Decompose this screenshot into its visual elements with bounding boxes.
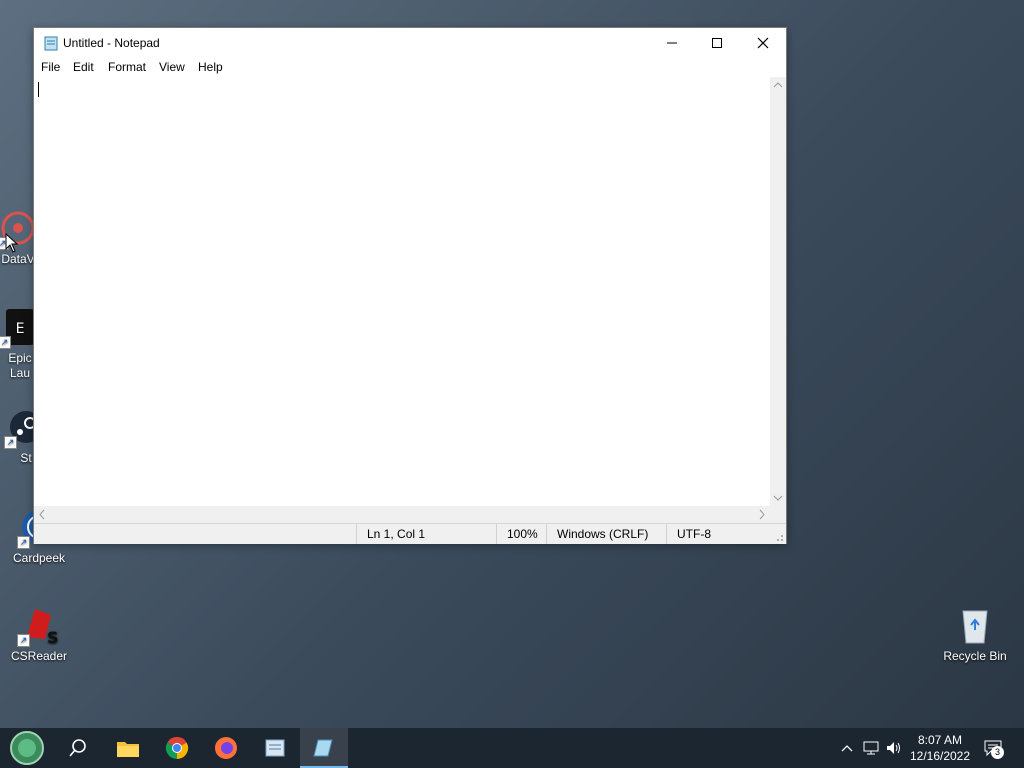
taskbar-app[interactable]: [251, 728, 299, 768]
menu-file[interactable]: File: [41, 60, 60, 74]
menu-help[interactable]: Help: [198, 60, 223, 74]
notepad-icon: [313, 739, 333, 757]
taskbar-firefox[interactable]: [202, 728, 250, 768]
search-button[interactable]: [54, 728, 102, 768]
shortcut-arrow-icon: ↗: [4, 436, 17, 449]
csreader-icon: S ↗: [17, 603, 61, 647]
system-clock[interactable]: 8:07 AM 12/16/2022: [900, 732, 980, 764]
desktop-icon-label: Recycle Bin: [943, 649, 1007, 663]
text-editor[interactable]: [34, 77, 770, 506]
desktop-icon-csreader[interactable]: S ↗ CSReader: [1, 603, 77, 663]
scroll-left-icon[interactable]: [34, 506, 50, 523]
scroll-right-icon[interactable]: [754, 506, 770, 523]
status-encoding: UTF-8: [666, 524, 784, 544]
status-line-ending: Windows (CRLF): [546, 524, 666, 544]
svg-text:S: S: [47, 628, 59, 647]
resize-grip-icon[interactable]: [774, 532, 784, 542]
taskbar: 8:07 AM 12/16/2022 3: [0, 728, 1024, 768]
shortcut-arrow-icon: ↗: [17, 536, 30, 549]
status-zoom: 100%: [496, 524, 546, 544]
app-icon: [265, 739, 285, 757]
file-explorer-icon: [117, 742, 139, 757]
search-icon: [69, 739, 86, 757]
notification-count-badge: 3: [991, 746, 1004, 759]
network-icon: [863, 741, 879, 755]
text-caret: [38, 82, 39, 97]
clock-time: 8:07 AM: [917, 733, 963, 747]
firefox-icon: [215, 737, 237, 759]
recycle-bin-icon: [953, 603, 997, 647]
notepad-app-icon: [44, 36, 58, 51]
maximize-button[interactable]: [694, 28, 740, 57]
notepad-window[interactable]: Untitled - Notepad File Edit Format View…: [33, 27, 787, 544]
start-icon: [10, 731, 44, 765]
menu-edit[interactable]: Edit: [73, 60, 94, 74]
network-button[interactable]: [860, 728, 882, 768]
menu-view[interactable]: View: [159, 60, 185, 74]
close-button[interactable]: [740, 28, 786, 57]
menu-bar: File Edit Format View Help: [34, 57, 786, 77]
svg-text:E: E: [16, 321, 25, 337]
taskbar-file-explorer[interactable]: [104, 728, 152, 768]
scroll-up-icon[interactable]: [770, 77, 786, 93]
close-icon: [757, 37, 769, 48]
desktop-icon-recycle-bin[interactable]: Recycle Bin: [937, 603, 1013, 663]
desktop-icon-label: Cardpeek: [12, 551, 66, 565]
show-hidden-icons-button[interactable]: [838, 728, 856, 768]
taskbar-chrome[interactable]: [153, 728, 201, 768]
title-bar[interactable]: Untitled - Notepad: [34, 28, 786, 57]
horizontal-scrollbar[interactable]: [34, 506, 770, 523]
action-center-button[interactable]: 3: [980, 728, 1006, 768]
status-bar: Ln 1, Col 1 100% Windows (CRLF) UTF-8: [34, 523, 786, 544]
menu-format[interactable]: Format: [108, 60, 146, 74]
status-position: Ln 1, Col 1: [356, 524, 496, 544]
minimize-button[interactable]: [649, 28, 695, 57]
clock-date: 12/16/2022: [909, 749, 971, 763]
size-grip: [770, 506, 786, 523]
chrome-icon: [165, 736, 189, 760]
scroll-down-icon[interactable]: [770, 490, 786, 506]
taskbar-notepad[interactable]: [300, 728, 348, 768]
chevron-up-icon: [841, 745, 853, 752]
shortcut-arrow-icon: ↗: [0, 336, 11, 349]
window-title: Untitled - Notepad: [63, 36, 160, 50]
shortcut-arrow-icon: ↗: [17, 634, 30, 647]
maximize-icon: [712, 37, 722, 48]
mouse-cursor-icon: [5, 233, 19, 253]
vertical-scrollbar[interactable]: [770, 77, 786, 506]
desktop-icon-label: CSReader: [10, 649, 68, 663]
start-button[interactable]: [3, 728, 51, 768]
minimize-icon: [667, 42, 677, 43]
